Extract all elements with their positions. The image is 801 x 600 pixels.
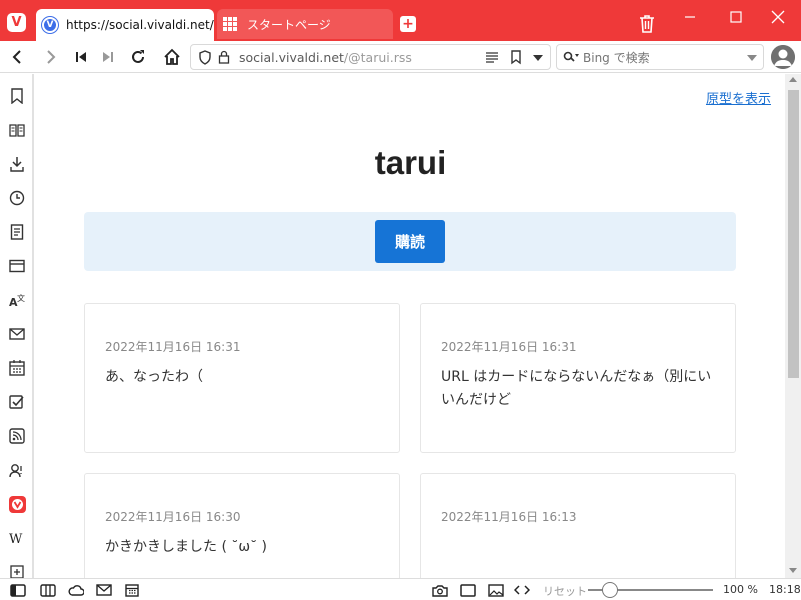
show-original-link[interactable]: 原型を表示: [706, 88, 771, 107]
status-bar: リセット 100 % 18:18: [0, 578, 801, 600]
search-icon: [563, 51, 579, 63]
subscribe-button[interactable]: 購読: [375, 220, 445, 263]
web-content: 原型を表示 tarui 購読 2022年11月16日 16:31 あ、なったわ（…: [36, 74, 785, 578]
scroll-down-arrow-icon[interactable]: [789, 568, 797, 573]
minimize-button[interactable]: [667, 0, 713, 34]
clock: 18:18: [769, 583, 801, 596]
url-path: /@tarui.rss: [343, 50, 412, 65]
post-card[interactable]: 2022年11月16日 16:13: [420, 473, 736, 578]
search-box[interactable]: [556, 44, 764, 70]
vivaldi-menu-button[interactable]: V: [7, 13, 26, 32]
panel-toggle-icon[interactable]: [10, 582, 26, 598]
wikipedia-panel-icon[interactable]: W: [8, 529, 26, 547]
chevron-down-icon[interactable]: [747, 55, 757, 61]
window-panel-icon[interactable]: [8, 257, 26, 275]
tab-title: スタートページ: [247, 17, 331, 32]
zoom-reset-button[interactable]: リセット: [543, 583, 587, 599]
svg-text:W: W: [9, 532, 23, 546]
contacts-icon[interactable]: [8, 461, 26, 479]
scroll-up-arrow-icon[interactable]: [789, 77, 797, 82]
vivaldi-social-icon: V: [42, 17, 58, 33]
post-card[interactable]: 2022年11月16日 16:31 URL はカードにならないんだなぁ（別にいい…: [420, 303, 736, 453]
home-button[interactable]: [161, 46, 183, 68]
scroll-thumb[interactable]: [788, 90, 799, 378]
reader-view-icon[interactable]: [485, 51, 499, 63]
back-button[interactable]: [6, 46, 28, 68]
post-card[interactable]: 2022年11月16日 16:30 かきかきしました ( ˘ω˘ ): [84, 473, 400, 578]
rewind-button[interactable]: [70, 46, 92, 68]
tab-start-page[interactable]: スタートページ: [217, 9, 393, 39]
vivaldi-web-panel-icon[interactable]: [8, 495, 26, 513]
notes-icon[interactable]: [8, 223, 26, 241]
reading-list-icon[interactable]: [8, 121, 26, 139]
downloads-icon[interactable]: [8, 155, 26, 173]
bookmark-page-icon[interactable]: [510, 50, 522, 65]
close-window-button[interactable]: [755, 0, 801, 34]
chevron-down-icon[interactable]: [533, 55, 543, 61]
image-icon[interactable]: [488, 582, 504, 598]
post-date: 2022年11月16日 16:30: [105, 510, 241, 524]
calendar-icon[interactable]: [8, 359, 26, 377]
grid-icon: [223, 17, 237, 31]
svg-text:文: 文: [17, 293, 25, 303]
post-text: URL はカードにならないんだなぁ（別にいいんだけど: [441, 369, 712, 408]
tab-title: https://social.vivaldi.net/@tarui.rss: [66, 18, 214, 32]
lock-icon[interactable]: [218, 50, 230, 64]
tasks-icon[interactable]: [8, 393, 26, 411]
zoom-level: 100 %: [723, 583, 758, 596]
title-bar: V V https://social.vivaldi.net/@tarui.rs…: [0, 0, 801, 41]
subscribe-banner: 購読: [84, 212, 736, 271]
sync-cloud-icon[interactable]: [68, 582, 84, 598]
capture-icon[interactable]: [432, 582, 448, 598]
side-panel: A文 W: [0, 74, 34, 579]
post-card[interactable]: 2022年11月16日 16:31 あ、なったわ（: [84, 303, 400, 453]
bookmark-icon[interactable]: [8, 87, 26, 105]
code-icon[interactable]: [514, 582, 530, 598]
post-date: 2022年11月16日 16:31: [441, 340, 577, 354]
url-text: social.vivaldi.net/@tarui.rss: [239, 50, 412, 65]
search-input[interactable]: [583, 49, 733, 66]
trash-icon[interactable]: [638, 14, 656, 34]
mail-icon[interactable]: [96, 582, 112, 598]
calendar-icon[interactable]: [124, 582, 140, 598]
post-text: かきかきしました ( ˘ω˘ ): [105, 539, 267, 555]
profile-avatar[interactable]: [771, 45, 795, 69]
feeds-icon[interactable]: [8, 427, 26, 445]
shield-icon[interactable]: [198, 50, 212, 65]
history-icon[interactable]: [8, 189, 26, 207]
post-date: 2022年11月16日 16:13: [441, 510, 577, 524]
feed-title: tarui: [374, 144, 447, 181]
vertical-scrollbar[interactable]: [785, 74, 801, 578]
tab-active[interactable]: V https://social.vivaldi.net/@tarui.rss: [36, 9, 214, 41]
maximize-button[interactable]: [713, 0, 759, 34]
url-domain: social.vivaldi.net: [239, 50, 344, 65]
window-icon[interactable]: [460, 582, 476, 598]
post-text: あ、なったわ（: [105, 369, 203, 385]
navigation-toolbar: social.vivaldi.net/@tarui.rss: [0, 41, 801, 73]
mail-icon[interactable]: [8, 325, 26, 343]
zoom-slider-thumb[interactable]: [602, 582, 618, 598]
new-tab-button[interactable]: +: [400, 16, 416, 32]
post-date: 2022年11月16日 16:31: [105, 340, 241, 354]
translate-icon[interactable]: A文: [8, 291, 26, 309]
forward-button[interactable]: [40, 46, 62, 68]
address-bar[interactable]: social.vivaldi.net/@tarui.rss: [190, 44, 551, 70]
fast-forward-button[interactable]: [97, 46, 119, 68]
tab-tiling-icon[interactable]: [40, 582, 56, 598]
reload-button[interactable]: [127, 46, 149, 68]
